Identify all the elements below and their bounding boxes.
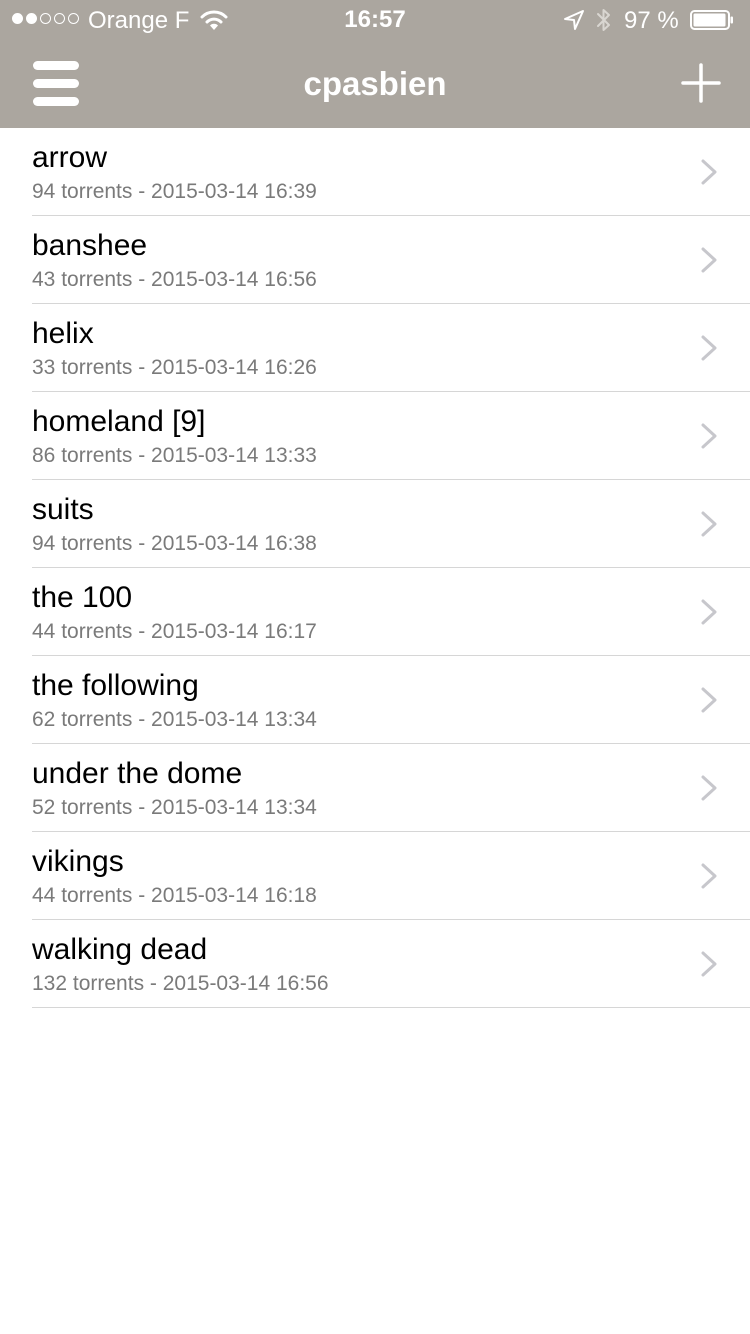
hamburger-menu-icon [33,61,79,70]
show-title: homeland [9] [32,405,206,438]
status-bar: Orange F 16:57 97 % [0,0,750,40]
list-item[interactable]: banshee 43 torrents - 2015-03-14 16:56 [32,216,750,304]
battery-icon [690,10,733,30]
show-subtitle: 94 torrents - 2015-03-14 16:38 [32,532,317,555]
show-subtitle: 62 torrents - 2015-03-14 13:34 [32,708,317,731]
list-item[interactable]: vikings 44 torrents - 2015-03-14 16:18 [32,832,750,920]
chevron-right-icon [701,511,717,537]
top-bar: Orange F 16:57 97 % cpasbien [0,0,750,128]
show-title: the following [32,669,199,702]
list-item[interactable]: homeland [9] 86 torrents - 2015-03-14 13:… [32,392,750,480]
show-title: under the dome [32,757,243,790]
chevron-right-icon [701,599,717,625]
list-item[interactable]: arrow 94 torrents - 2015-03-14 16:39 [32,128,750,216]
navigation-bar: cpasbien [0,40,750,128]
show-title: the 100 [32,581,133,614]
show-subtitle: 86 torrents - 2015-03-14 13:33 [32,444,317,467]
show-title: suits [32,493,94,526]
chevron-right-icon [701,863,717,889]
show-title: banshee [32,229,148,262]
list-item[interactable]: suits 94 torrents - 2015-03-14 16:38 [32,480,750,568]
show-subtitle: 132 torrents - 2015-03-14 16:56 [32,972,329,995]
page-title: cpasbien [303,65,447,102]
show-title: helix [32,317,94,350]
list-item[interactable]: walking dead 132 torrents - 2015-03-14 16… [32,920,750,1008]
show-subtitle: 33 torrents - 2015-03-14 16:26 [32,356,317,379]
list-item[interactable]: the following 62 torrents - 2015-03-14 13… [32,656,750,744]
menu-button[interactable] [26,54,86,114]
chevron-right-icon [701,159,717,185]
add-button[interactable] [674,56,728,110]
show-title: walking dead [32,933,208,966]
list-item[interactable]: the 100 44 torrents - 2015-03-14 16:17 [32,568,750,656]
show-subtitle: 94 torrents - 2015-03-14 16:39 [32,180,317,203]
show-subtitle: 44 torrents - 2015-03-14 16:17 [32,620,317,643]
show-subtitle: 44 torrents - 2015-03-14 16:18 [32,884,317,907]
show-subtitle: 43 torrents - 2015-03-14 16:56 [32,268,317,291]
location-arrow-icon [564,10,584,30]
show-title: arrow [32,141,108,174]
hamburger-menu-icon [33,79,79,88]
list-item[interactable]: helix 33 torrents - 2015-03-14 16:26 [32,304,750,392]
show-subtitle: 52 torrents - 2015-03-14 13:34 [32,796,317,819]
chevron-right-icon [701,951,717,977]
chevron-right-icon [701,775,717,801]
show-title: vikings [32,845,124,878]
bluetooth-icon [597,9,610,31]
chevron-right-icon [701,423,717,449]
chevron-right-icon [701,247,717,273]
chevron-right-icon [701,335,717,361]
list-item[interactable]: under the dome 52 torrents - 2015-03-14 1… [32,744,750,832]
chevron-right-icon [701,687,717,713]
hamburger-menu-icon [33,97,79,106]
shows-list: arrow 94 torrents - 2015-03-14 16:39 bansh… [0,128,750,1008]
battery-percentage: 97 % [624,7,679,34]
